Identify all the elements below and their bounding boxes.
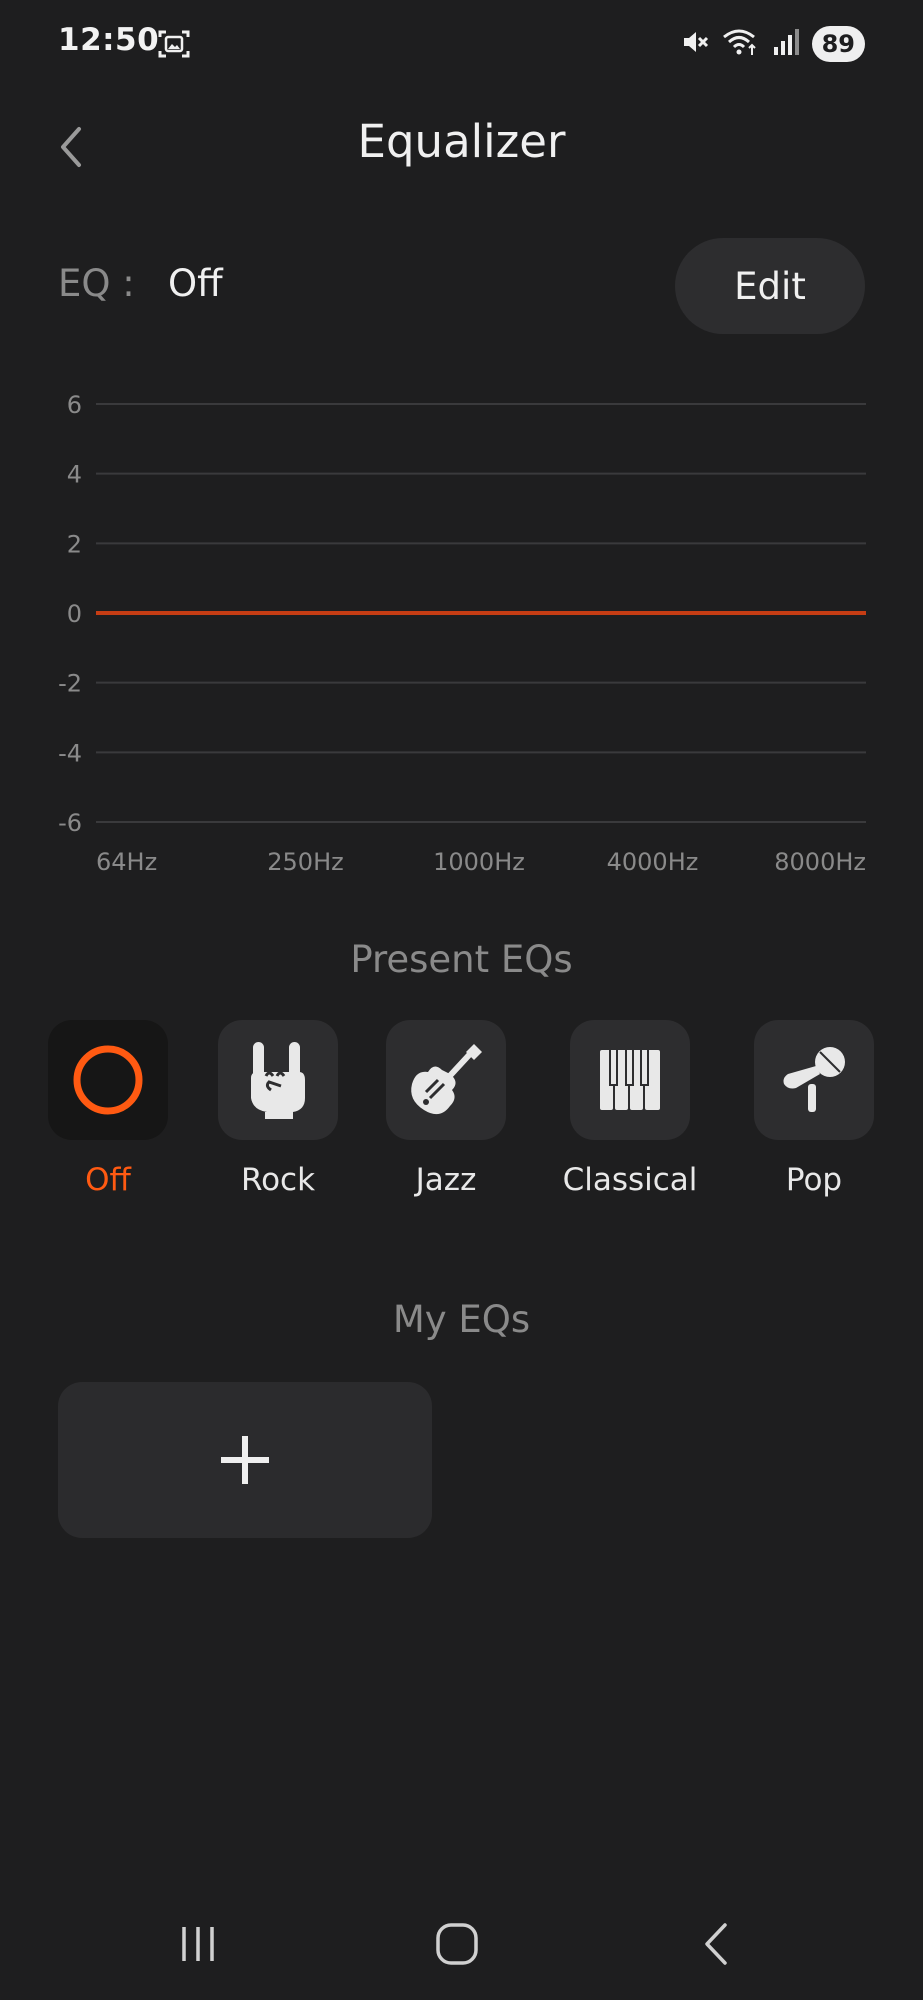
- add-eq-button[interactable]: [58, 1382, 432, 1538]
- status-time: 12:50: [58, 22, 160, 58]
- preset-off-label: Off: [85, 1162, 131, 1198]
- home-icon: [436, 1923, 478, 1965]
- preset-pop-tile: [754, 1020, 874, 1140]
- microphone-icon: [783, 1047, 845, 1112]
- page-title: Equalizer: [357, 115, 566, 168]
- wifi-icon: [722, 27, 760, 61]
- y-tick-label: -4: [58, 739, 82, 767]
- preset-off-tile: [48, 1020, 168, 1140]
- my-eqs-title: My EQs: [392, 1298, 531, 1341]
- recent-apps-icon: [182, 1927, 214, 1961]
- eq-label: EQ :: [58, 262, 135, 305]
- y-tick-label: -2: [58, 670, 82, 698]
- preset-classical-tile: [570, 1020, 690, 1140]
- screenshot-icon: [156, 26, 192, 62]
- preset-jazz[interactable]: Jazz: [371, 1020, 521, 1198]
- edit-button[interactable]: Edit: [675, 238, 865, 334]
- y-tick-label: 4: [67, 461, 82, 489]
- y-tick-label: 6: [67, 391, 82, 419]
- preset-jazz-label: Jazz: [415, 1162, 477, 1198]
- preset-pop[interactable]: Pop: [739, 1020, 889, 1198]
- back-icon: [705, 1923, 727, 1965]
- preset-classical-label: Classical: [562, 1162, 698, 1198]
- eq-value: Off: [168, 262, 223, 305]
- piano-icon: [600, 1050, 660, 1110]
- x-tick-label: 4000Hz: [607, 848, 699, 876]
- x-tick-label: 250Hz: [267, 848, 343, 876]
- rock-hand-icon: [251, 1042, 305, 1119]
- plus-icon: [221, 1436, 269, 1484]
- preset-rock-label: Rock: [240, 1162, 316, 1198]
- x-tick-label: 64Hz: [96, 848, 157, 876]
- presets-title: Present EQs: [350, 938, 573, 981]
- preset-rock[interactable]: Rock: [203, 1020, 353, 1198]
- status-icons: 89: [680, 24, 865, 64]
- battery-icon: 89: [811, 26, 865, 62]
- recent-apps-button[interactable]: [158, 1916, 238, 1972]
- y-tick-label: -6: [58, 809, 82, 837]
- x-tick-label: 8000Hz: [774, 848, 866, 876]
- preset-off[interactable]: Off: [33, 1020, 183, 1198]
- preset-jazz-tile: [386, 1020, 506, 1140]
- eq-chart: 6 4 2 0 -2 -4 -6 64Hz 250Hz 1000Hz 4000Hz 8000Hz: [58, 391, 866, 876]
- mute-icon: [680, 27, 710, 61]
- y-tick-label: 0: [67, 600, 82, 628]
- signal-icon: [772, 27, 800, 61]
- preset-rock-tile: [218, 1020, 338, 1140]
- y-tick-label: 2: [67, 530, 82, 558]
- system-back-button[interactable]: [676, 1916, 756, 1972]
- off-ring-icon: [73, 1045, 143, 1115]
- home-button[interactable]: [417, 1916, 497, 1972]
- guitar-icon: [411, 1044, 482, 1115]
- preset-classical[interactable]: Classical: [555, 1020, 705, 1198]
- preset-pop-label: Pop: [785, 1162, 843, 1198]
- x-tick-label: 1000Hz: [433, 848, 525, 876]
